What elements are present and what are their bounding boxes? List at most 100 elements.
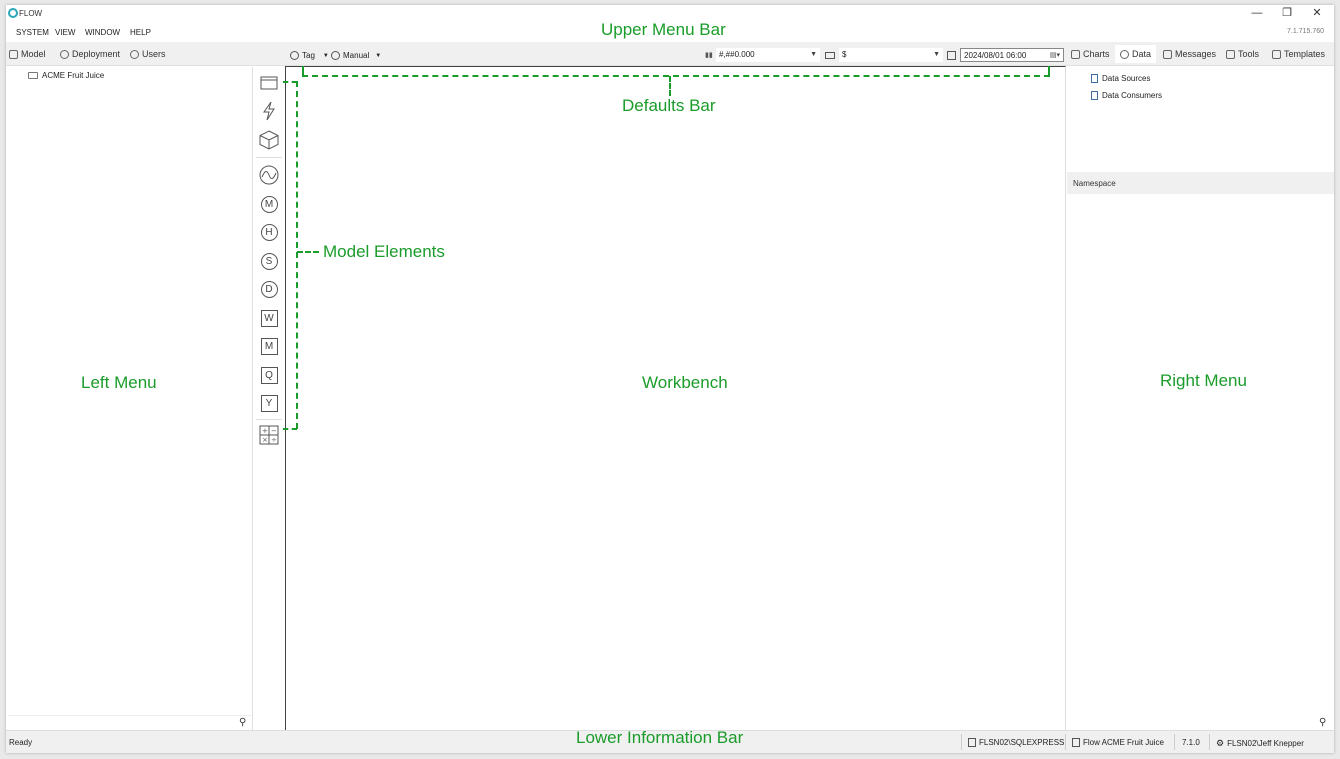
status-ready: Ready — [9, 738, 33, 747]
tool-event[interactable] — [258, 100, 280, 122]
app-title: FLOW — [19, 9, 43, 18]
tab-templates-label: Templates — [1284, 49, 1326, 59]
manual-label: Manual — [343, 51, 370, 60]
defaults-bar-bracket — [302, 75, 1050, 77]
tab-charts-label: Charts — [1083, 49, 1110, 59]
model-elements-bracket-top — [283, 81, 297, 83]
defaults-bar-bracket-right — [1048, 66, 1050, 76]
tag-dropdown[interactable]: Tag ▼ — [290, 49, 329, 62]
tool-y-square[interactable]: Y — [258, 392, 280, 414]
annotation-left-menu: Left Menu — [81, 373, 157, 392]
chevron-down-icon: ▼ — [375, 52, 382, 59]
m-square-icon: M — [260, 337, 278, 355]
chart-icon — [1071, 49, 1080, 59]
tool-folder[interactable] — [258, 71, 280, 93]
svg-text:−: − — [271, 427, 277, 435]
tab-templates[interactable]: Templates — [1272, 49, 1325, 59]
currency-field[interactable]: $ ▼ — [839, 48, 943, 62]
server-label: FLSN02\SQLEXPRESS — [979, 738, 1065, 747]
currency-icon — [825, 52, 835, 59]
tab-deployment[interactable]: Deployment — [60, 49, 120, 59]
search-icon[interactable]: ⚲ — [239, 717, 246, 728]
user-label: FLSN02\Jeff Knepper — [1227, 739, 1304, 748]
tool-wave[interactable] — [258, 164, 280, 186]
tool-q-square[interactable]: Q — [258, 364, 280, 386]
tabs-row: Model Deployment Users Tag ▼ Manual ▼ ▮▮… — [6, 42, 1334, 66]
tree-item-label: Data Sources — [1102, 74, 1151, 83]
status-model: Flow ACME Fruit Juice — [1072, 738, 1164, 747]
tool-object[interactable] — [258, 129, 280, 151]
svg-text:÷: ÷ — [271, 436, 277, 444]
number-format-value: #,##0.000 — [719, 50, 755, 59]
chevron-down-icon: ▼ — [322, 52, 329, 59]
annotation-upper-menu-bar: Upper Menu Bar — [601, 20, 726, 39]
tree-item-label: Data Consumers — [1102, 91, 1163, 100]
calculator-icon: + −× ÷ — [259, 425, 279, 445]
tool-h-circle[interactable]: H — [258, 221, 280, 243]
svg-text:+: + — [262, 427, 268, 435]
template-icon — [1272, 49, 1281, 59]
tree-item-data-sources[interactable]: Data Sources — [1091, 74, 1150, 83]
tree-item-acme[interactable]: ACME Fruit Juice — [28, 71, 104, 80]
manual-icon — [331, 51, 340, 60]
tool-w-square[interactable]: W — [258, 307, 280, 329]
currency-value: $ — [842, 50, 847, 59]
status-version: 7.1.0 — [1182, 738, 1200, 747]
tag-label: Tag — [302, 51, 315, 60]
tab-users-label: Users — [142, 49, 166, 59]
tab-messages[interactable]: Messages — [1163, 49, 1216, 59]
menu-system[interactable]: SYSTEM — [16, 28, 49, 37]
search-input[interactable] — [8, 715, 251, 729]
y-square-icon: Y — [260, 394, 278, 412]
message-icon — [1163, 49, 1172, 59]
close-button[interactable]: ✕ — [1302, 6, 1332, 20]
model-elements-toolbox: M H S D W M Q Y + − × ÷ — [254, 67, 284, 730]
tool-m-square[interactable]: M — [258, 335, 280, 357]
tab-messages-label: Messages — [1175, 49, 1217, 59]
version-label: 7.1.715.760 — [1287, 28, 1324, 35]
search-icon[interactable]: ⚲ — [1319, 717, 1326, 728]
annotation-model-elements: Model Elements — [323, 242, 445, 261]
tab-data[interactable]: Data — [1115, 45, 1157, 63]
tab-users[interactable]: Users — [130, 49, 166, 59]
number-format-field[interactable]: #,##0.000 ▼ — [716, 48, 820, 62]
date-field[interactable]: 2024/08/01 06:00 ▤▾ — [960, 48, 1064, 62]
chevron-down-icon: ▼ — [933, 51, 940, 58]
date-value: 2024/08/01 06:00 — [964, 51, 1027, 60]
model-elements-bracket-bottom — [283, 428, 297, 430]
cube-icon — [259, 130, 279, 150]
flow-logo-icon — [8, 8, 18, 18]
chevron-down-icon: ▼ — [810, 51, 817, 58]
tab-charts[interactable]: Charts — [1071, 49, 1110, 59]
tool-d-circle[interactable]: D — [258, 278, 280, 300]
tab-tools-label: Tools — [1238, 49, 1260, 59]
folder-icon — [28, 72, 38, 79]
annotation-right-menu: Right Menu — [1160, 371, 1247, 390]
tool-m-circle[interactable]: M — [258, 193, 280, 215]
folder-icon — [260, 76, 278, 90]
defaults-bar-bracket-left — [302, 66, 304, 76]
menu-view[interactable]: VIEW — [55, 28, 75, 37]
manual-dropdown[interactable]: Manual ▼ — [331, 49, 381, 62]
svg-text:×: × — [262, 436, 268, 444]
tool-s-circle[interactable]: S — [258, 250, 280, 272]
data-consumer-icon — [1091, 91, 1098, 100]
cube-icon — [9, 49, 18, 59]
gear-icon — [60, 49, 69, 59]
lightning-icon — [263, 101, 275, 121]
tab-tools[interactable]: Tools — [1226, 49, 1259, 59]
tree-item-label: ACME Fruit Juice — [42, 71, 105, 80]
menu-window[interactable]: WINDOW — [85, 28, 120, 37]
workbench-canvas[interactable] — [285, 66, 1066, 730]
annotation-lower-information-bar: Lower Information Bar — [576, 728, 744, 747]
tree-item-data-consumers[interactable]: Data Consumers — [1091, 91, 1162, 100]
defaults-bar-pointer — [669, 76, 671, 96]
status-server: FLSN02\SQLEXPRESS — [968, 738, 1064, 747]
menu-help[interactable]: HELP — [130, 28, 151, 37]
tab-model[interactable]: Model — [9, 49, 46, 59]
minimize-button[interactable]: — — [1242, 6, 1272, 20]
tab-data-label: Data — [1132, 49, 1152, 59]
status-divider — [1065, 734, 1066, 750]
restore-button[interactable]: ❐ — [1272, 6, 1302, 20]
tool-calculator[interactable]: + − × ÷ — [258, 424, 280, 446]
